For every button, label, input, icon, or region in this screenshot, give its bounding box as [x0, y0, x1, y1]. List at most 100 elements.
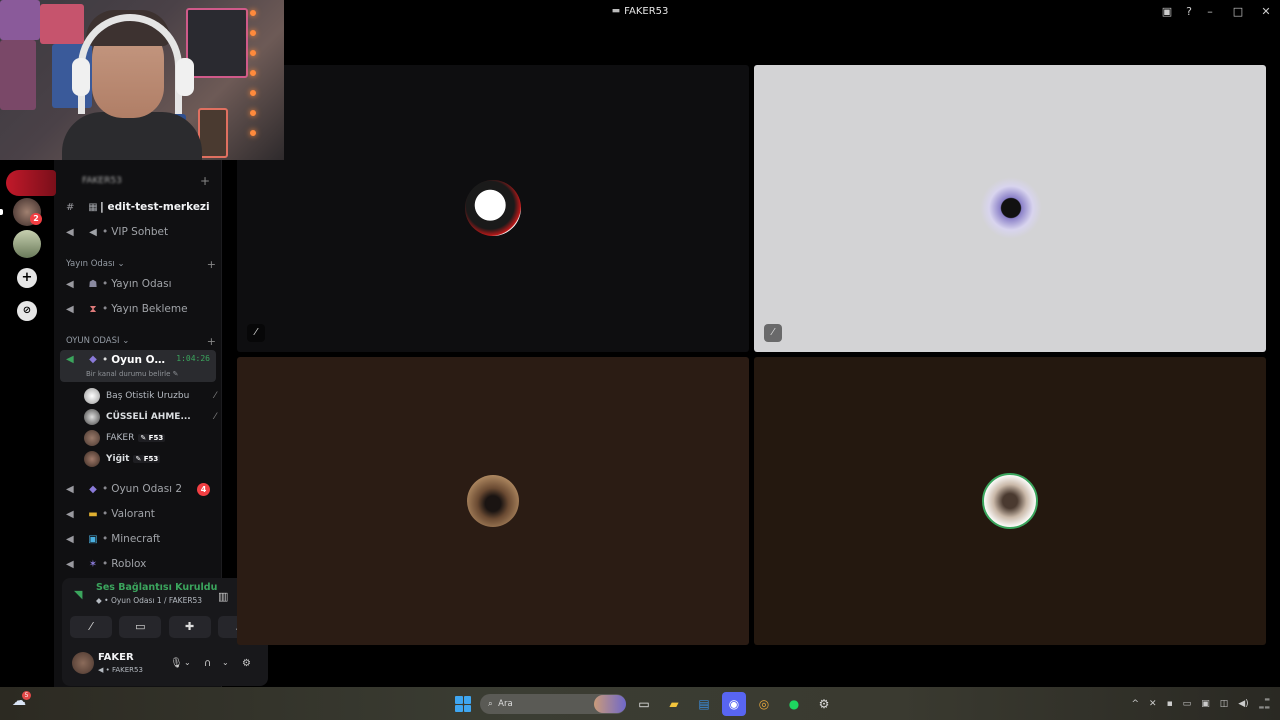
- alien-icon: ✶: [88, 558, 98, 570]
- channel-label: Yayın Bekleme: [111, 303, 188, 315]
- voice-member[interactable]: FAKER ✎ F53: [84, 428, 216, 448]
- headphones-icon[interactable]: ∩: [204, 658, 211, 669]
- video-tile[interactable]: [754, 357, 1266, 645]
- server-icon[interactable]: [13, 230, 41, 258]
- server-name: FAKER53: [82, 176, 122, 186]
- app-icon[interactable]: ⚙: [812, 692, 836, 716]
- server-tag: ✎ F53: [138, 434, 166, 442]
- hash-icon: #: [66, 201, 75, 213]
- channel-status-placeholder[interactable]: Bir kanal durumu belirle ✎: [86, 370, 179, 378]
- activities-button[interactable]: ✚: [168, 616, 211, 638]
- category-oyun-odasi[interactable]: OYUN ODASI ⌄ +: [66, 334, 216, 348]
- screen-share-button[interactable]: ▭: [119, 616, 162, 638]
- skull-avatar: [982, 473, 1038, 529]
- speaker-icon: ◀: [66, 226, 74, 238]
- channel-oyun-odasi-2[interactable]: ◀ ◆ • Oyun Odası 2 4: [60, 477, 216, 501]
- people-icon: ☗: [88, 278, 98, 290]
- chevron-down-icon: ⌄: [122, 336, 130, 346]
- category-label: Yayın Odası: [66, 259, 115, 269]
- gamepad-icon: ▬: [611, 6, 621, 16]
- webcam-overlay: [0, 0, 284, 160]
- headset-ear: [72, 58, 90, 96]
- member-name: FAKER: [106, 433, 135, 443]
- noise-suppression-icon[interactable]: ▥: [218, 590, 228, 603]
- video-tile[interactable]: ⁄: [754, 65, 1266, 352]
- video-tile[interactable]: ⁄: [237, 65, 749, 352]
- voice-member[interactable]: Baş Otistik Uruzbu ⁄: [84, 386, 216, 406]
- add-channel-icon[interactable]: +: [207, 258, 216, 271]
- task-view-icon[interactable]: ▭: [632, 692, 656, 716]
- avatar: [84, 388, 100, 404]
- channel-vip-sohbet[interactable]: ◀ ◀ • VIP Sohbet: [60, 220, 216, 244]
- camera-off-button[interactable]: ⁄: [70, 616, 112, 638]
- video-tile[interactable]: [237, 357, 749, 645]
- discover-icon[interactable]: ⊘: [17, 301, 37, 321]
- user-avatar[interactable]: [72, 652, 94, 674]
- close-button[interactable]: ✕: [1252, 5, 1280, 18]
- help-icon[interactable]: ?: [1186, 5, 1192, 18]
- voice-location[interactable]: ◆ • Oyun Odası 1 / FAKER53: [96, 596, 202, 605]
- member-name: Baş Otistik Uruzbu: [106, 391, 190, 401]
- category-yayin-odasi[interactable]: Yayın Odası ⌄ +: [66, 257, 216, 271]
- headset: [78, 14, 182, 114]
- chevron-down-icon[interactable]: ⌄: [222, 658, 229, 667]
- hourglass-icon: ⧗: [89, 303, 97, 315]
- search-highlight: [594, 695, 626, 713]
- clock[interactable]: ▬ ▬▬: [1259, 696, 1270, 712]
- gamepad-icon: ◆: [89, 483, 97, 495]
- tray-app-icon[interactable]: ▪: [1167, 699, 1173, 709]
- store-icon[interactable]: ▤: [692, 692, 716, 716]
- file-explorer-icon[interactable]: ▰: [662, 692, 686, 716]
- add-channel-icon[interactable]: +: [207, 335, 216, 348]
- microphone-icon[interactable]: 🎙︎: [170, 658, 183, 669]
- taskbar-search[interactable]: ⌕ Ara: [480, 694, 626, 714]
- channel-roblox[interactable]: ◀ ✶ • Roblox: [60, 552, 216, 576]
- channel-yayin-odasi[interactable]: ◀ ☗ • Yayın Odası: [60, 272, 216, 296]
- gear-icon[interactable]: ⚙: [242, 658, 251, 669]
- server-indicator: [0, 209, 3, 215]
- spotify-icon[interactable]: ●: [782, 692, 806, 716]
- window-title-text: FAKER53: [624, 5, 669, 17]
- chevron-up-icon[interactable]: ^: [1131, 699, 1139, 709]
- voice-status[interactable]: Ses Bağlantısı Kuruldu: [96, 582, 217, 593]
- channel-sidebar: FAKER53 + # ▦ | edit-test-merkezi ◀ ◀ • …: [6, 160, 268, 687]
- volume-icon[interactable]: ◀): [1238, 699, 1248, 709]
- channel-valorant[interactable]: ◀ ▬ • Valorant: [60, 502, 216, 526]
- search-placeholder: Ara: [498, 699, 513, 709]
- anime-avatar: [465, 180, 521, 236]
- network-icon[interactable]: ◫: [1220, 699, 1229, 709]
- maximize-button[interactable]: □: [1224, 5, 1252, 18]
- channel-yayin-bekleme[interactable]: ◀ ⧗ • Yayın Bekleme: [60, 297, 216, 321]
- server-rail: 2 + ⊘: [0, 160, 54, 687]
- voice-member[interactable]: Yiğit ✎ F53: [84, 449, 216, 469]
- tray-app-icon[interactable]: ▭: [1183, 699, 1192, 709]
- channel-edit-test-merkezi[interactable]: # ▦ | edit-test-merkezi: [60, 195, 216, 219]
- channel-oyun-odasi-1[interactable]: ◀ ◆ • Oyun Od... 1:04:26 Bir kanal durum…: [60, 350, 216, 382]
- channel-minecraft[interactable]: ◀ ▣ • Minecraft: [60, 527, 216, 551]
- inbox-icon[interactable]: ▣: [1162, 5, 1172, 18]
- string-lights: [250, 10, 258, 160]
- megaphone-icon: ◀: [89, 226, 97, 238]
- pencil-icon: ✎: [172, 370, 179, 378]
- discord-icon[interactable]: ◉: [722, 692, 746, 716]
- chevron-down-icon[interactable]: ⌄: [184, 658, 191, 667]
- category-label: OYUN ODASI: [66, 336, 120, 346]
- chevron-down-icon: ⌄: [117, 259, 125, 269]
- minimize-button[interactable]: –: [1196, 5, 1224, 18]
- voice-member[interactable]: CÜSSELİ AHME... ⁄: [84, 407, 216, 427]
- discord-window: ▬ FAKER53 ▣ ? – □ ✕ 2 + ⊘ FAKER53 + # ▦ …: [0, 0, 1280, 720]
- windows-start-icon[interactable]: [452, 693, 474, 715]
- add-server-icon[interactable]: +: [17, 268, 37, 288]
- add-channel-icon[interactable]: +: [200, 174, 210, 188]
- member-name: Yiğit: [106, 454, 130, 464]
- system-tray: ^ ✕ ▪ ▭ ▣ ◫ ◀) ▬ ▬▬: [1131, 691, 1270, 717]
- server-header[interactable]: FAKER53 +: [6, 170, 222, 196]
- user-name: FAKER: [98, 652, 134, 663]
- person-body: [62, 112, 202, 160]
- chrome-icon[interactable]: ◎: [752, 692, 776, 716]
- tray-app-icon[interactable]: ✕: [1149, 699, 1157, 709]
- tray-app-icon[interactable]: ▣: [1201, 699, 1210, 709]
- windows-taskbar: ☁ 5 ⌕ Ara ▭ ▰ ▤ ◉ ◎ ● ⚙ ^ ✕ ▪ ▭ ▣ ◫ ◀) ▬…: [0, 687, 1280, 720]
- channel-label: Valorant: [111, 508, 155, 520]
- weather-badge: 5: [22, 691, 31, 700]
